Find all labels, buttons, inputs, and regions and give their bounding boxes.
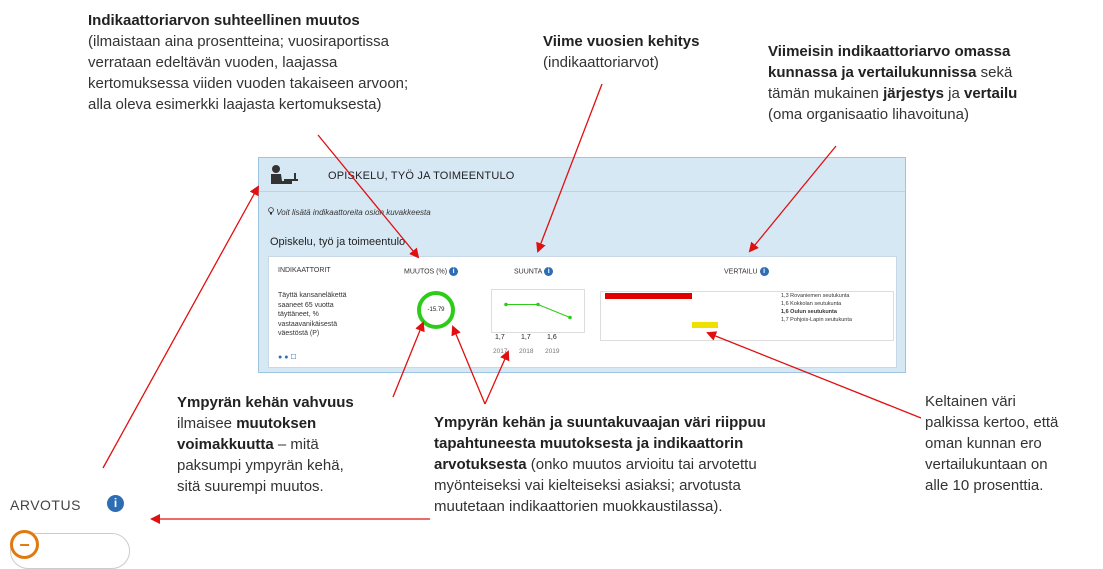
arrow-latest-value [748,145,837,253]
arrow-yellow-bar [706,331,922,419]
arrow-relative-change [317,134,420,259]
annotation-arrows [102,83,922,524]
arrow-recent-trend [536,83,603,253]
arrow-circle-color-b [484,350,510,405]
arrow-circle-width [392,321,425,398]
arrow-to-panel-icon [102,185,259,469]
arrow-circle-color-a [451,325,486,405]
